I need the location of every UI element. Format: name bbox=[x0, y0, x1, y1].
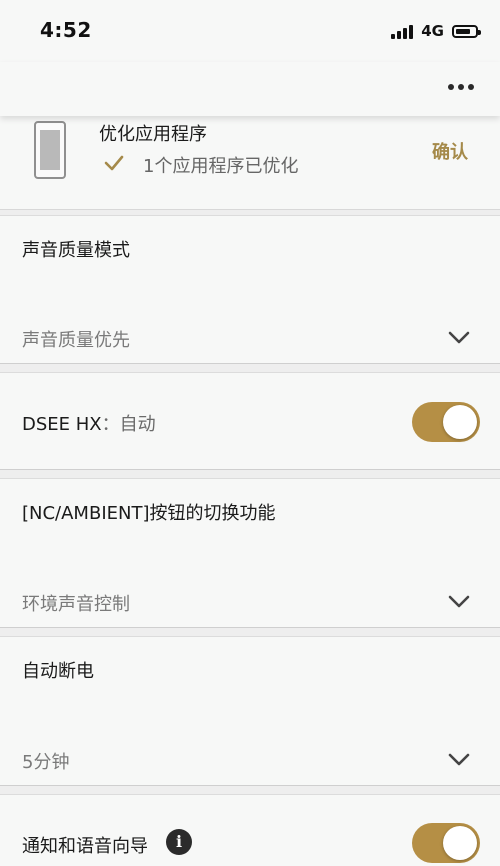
auto-power-off-title: 自动断电 bbox=[22, 661, 94, 682]
dsee-title: DSEE HX bbox=[22, 414, 102, 435]
sound-quality-card[interactable]: 声音质量模式 声音质量优先 bbox=[0, 215, 500, 364]
nav-bar bbox=[0, 62, 500, 116]
chevron-down-icon[interactable] bbox=[448, 753, 470, 767]
network-type: 4G bbox=[421, 22, 444, 40]
sound-quality-title: 声音质量模式 bbox=[22, 240, 130, 261]
battery-icon bbox=[452, 24, 481, 38]
auto-power-off-value: 5分钟 bbox=[22, 752, 70, 773]
status-indicators: 4G bbox=[391, 20, 481, 42]
phone-icon bbox=[34, 121, 66, 179]
signal-icon bbox=[391, 23, 414, 39]
optimize-status: 1个应用程序已优化 bbox=[143, 156, 299, 177]
check-icon bbox=[104, 155, 124, 171]
screen: 4:52 4G 优化应用程序 1个应用程序已优化 确认 声音质量模式 声音质量优… bbox=[0, 0, 500, 866]
notification-card: 通知和语音向导 i bbox=[0, 794, 500, 866]
toggle-knob bbox=[443, 405, 477, 439]
nc-button-title: [NC/AMBIENT]按钮的切换功能 bbox=[22, 503, 276, 524]
nc-button-card[interactable]: [NC/AMBIENT]按钮的切换功能 环境声音控制 bbox=[0, 478, 500, 628]
notification-toggle[interactable] bbox=[412, 823, 480, 863]
optimize-title: 优化应用程序 bbox=[99, 124, 207, 145]
auto-power-off-card[interactable]: 自动断电 5分钟 bbox=[0, 636, 500, 786]
status-bar: 4:52 4G bbox=[0, 0, 500, 62]
nc-button-value: 环境声音控制 bbox=[22, 594, 130, 615]
chevron-down-icon[interactable] bbox=[448, 331, 470, 345]
dsee-toggle[interactable] bbox=[412, 402, 480, 442]
toggle-knob bbox=[443, 826, 477, 860]
dsee-card: DSEE HX：自动 bbox=[0, 372, 500, 470]
dsee-label: DSEE HX：自动 bbox=[22, 410, 156, 436]
optimize-card: 优化应用程序 1个应用程序已优化 确认 bbox=[0, 116, 500, 210]
info-icon[interactable]: i bbox=[166, 829, 192, 855]
more-icon[interactable] bbox=[448, 84, 474, 90]
notification-title: 通知和语音向导 bbox=[22, 836, 148, 857]
dsee-value: 自动 bbox=[119, 414, 156, 435]
sound-quality-value: 声音质量优先 bbox=[22, 330, 130, 351]
battery-fill bbox=[456, 28, 470, 34]
dsee-separator: ： bbox=[101, 414, 120, 435]
chevron-down-icon[interactable] bbox=[448, 595, 470, 609]
status-time: 4:52 bbox=[40, 18, 92, 42]
confirm-button[interactable]: 确认 bbox=[432, 138, 468, 164]
